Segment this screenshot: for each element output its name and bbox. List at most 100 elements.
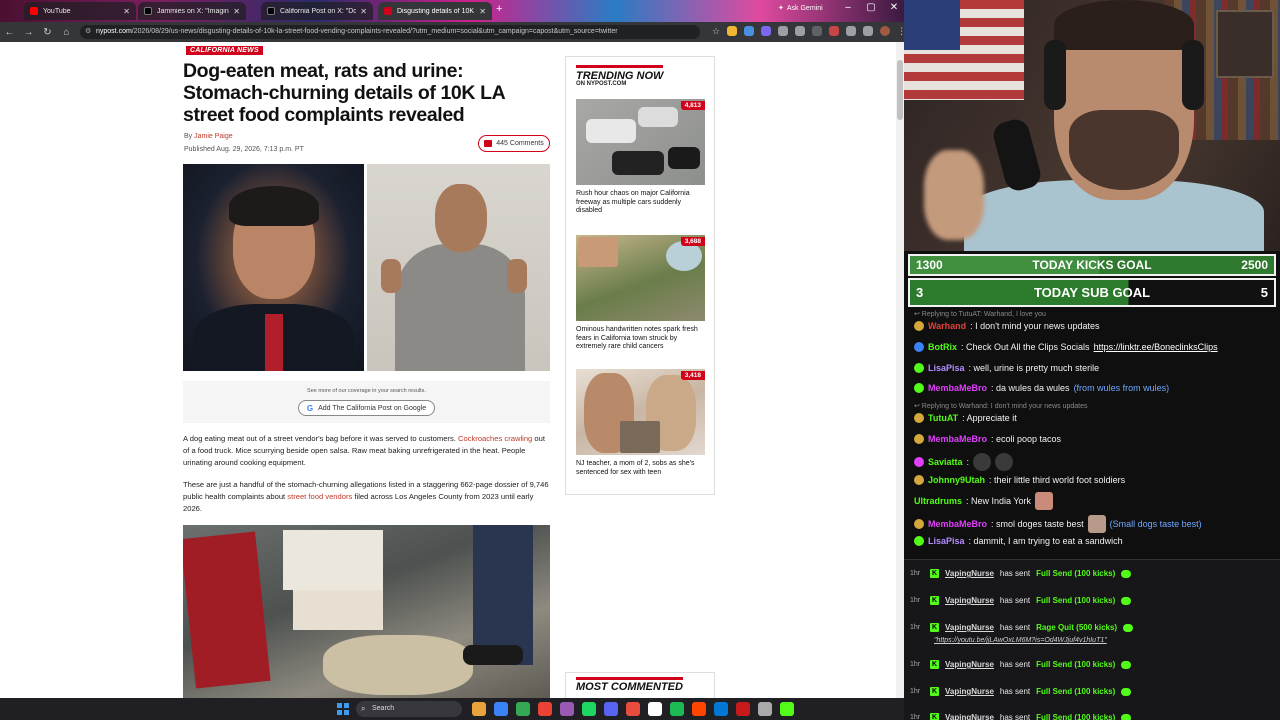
chat-username[interactable]: MembaMeBro <box>928 433 987 445</box>
chat-username[interactable]: Warhand <box>928 320 966 332</box>
extension-icon[interactable] <box>761 26 772 36</box>
chat-username[interactable]: Saviatta <box>928 456 963 468</box>
close-icon[interactable]: ✕ <box>479 7 486 16</box>
taskbar-app-icon[interactable] <box>626 702 640 716</box>
tab-jammies[interactable]: Jammies on X: "Imagine fol ✕ <box>138 2 246 20</box>
forward-icon[interactable]: → <box>19 27 38 38</box>
kicks-goal-bar: 1300 TODAY KICKS GOAL 2500 <box>908 254 1276 276</box>
ask-gemini-button[interactable]: ✦ Ask Gemini <box>778 4 823 13</box>
profile-avatar[interactable] <box>880 26 891 36</box>
kick-logo-icon: K <box>930 687 939 696</box>
alert-verb: has sent <box>999 660 1031 669</box>
scrollbar-thumb[interactable] <box>897 60 903 120</box>
maximize-button[interactable]: ▢ <box>860 2 882 13</box>
taskbar-app-icon[interactable] <box>692 702 706 716</box>
tab-california-post[interactable]: California Post on X: "Dog-eat ✕ <box>261 2 373 20</box>
extension-icon[interactable] <box>727 26 738 36</box>
back-icon[interactable]: ← <box>0 27 19 38</box>
trending-item[interactable]: 4,813 Rush hour chaos on major Californi… <box>576 99 705 216</box>
bookmark-star-icon[interactable]: ☆ <box>712 26 720 36</box>
page-scrollbar[interactable] <box>896 42 904 698</box>
chat-username[interactable]: Ultradrums <box>914 495 962 507</box>
trending-thumbnail[interactable]: 3,688 <box>576 235 705 321</box>
chat-username[interactable]: LisaPisa <box>928 362 965 374</box>
taskbar-app-icon[interactable] <box>472 702 486 716</box>
chat-username[interactable]: Johnny9Utah <box>928 474 985 486</box>
alert-username[interactable]: VapingNurse <box>945 569 994 578</box>
photo-tie <box>265 314 283 371</box>
street-food-vendors-link[interactable]: street food vendors <box>287 492 352 501</box>
extension-icon[interactable] <box>812 26 823 36</box>
close-icon[interactable]: ✕ <box>233 7 240 16</box>
taskbar-app-icon[interactable] <box>582 702 596 716</box>
taskbar-search[interactable]: ⌕ Search <box>356 701 462 717</box>
tab-active-article[interactable]: Disgusting details of 10K LA st ✕ <box>378 2 492 20</box>
tab-youtube[interactable]: YouTube ✕ <box>24 2 136 20</box>
trending-caption[interactable]: Rush hour chaos on major California free… <box>576 190 705 216</box>
chat-username[interactable]: MembaMeBro <box>928 518 987 530</box>
taskbar-app-icon[interactable] <box>516 702 530 716</box>
close-icon[interactable]: ✕ <box>360 7 367 16</box>
most-commented-section: MOST COMMENTED <box>565 672 715 698</box>
trending-thumbnail[interactable]: 3,418 <box>576 369 705 455</box>
taskbar-app-icon[interactable] <box>604 702 618 716</box>
alert-time: 1hr <box>910 714 921 720</box>
chat-message: LisaPisa: dammit, I am trying to eat a s… <box>914 535 1276 547</box>
alert-username[interactable]: VapingNurse <box>945 623 994 632</box>
chat-username[interactable]: MembaMeBro <box>928 382 987 394</box>
close-icon[interactable]: ✕ <box>123 7 130 16</box>
site-info-icon[interactable]: ⚙ <box>85 25 91 39</box>
taskbar-app-icon[interactable] <box>670 702 684 716</box>
chat-username[interactable]: TutuAT <box>928 412 958 424</box>
extension-icon[interactable] <box>744 26 755 36</box>
close-window-button[interactable]: ✕ <box>883 2 904 13</box>
chat-username[interactable]: BotRix <box>928 341 957 353</box>
trending-thumbnail[interactable]: 4,813 <box>576 99 705 185</box>
add-on-google-button[interactable]: G Add The California Post on Google <box>298 400 435 416</box>
kick-coin-icon <box>1121 660 1132 669</box>
article-photo-left <box>183 164 364 371</box>
sidebar-icon[interactable] <box>863 26 874 36</box>
chat-message: MembaMeBro: da wules da wules (from wule… <box>914 382 1276 394</box>
trending-item[interactable]: 3,418 NJ teacher, a mom of 2, sobs as sh… <box>576 369 705 477</box>
reload-icon[interactable]: ↻ <box>38 27 57 38</box>
chat-link[interactable]: https://linktr.ee/BoneclinksClips <box>1094 341 1218 353</box>
trending-item[interactable]: 3,688 Ominous handwritten notes spark fr… <box>576 235 705 352</box>
taskbar-app-icon[interactable] <box>494 702 508 716</box>
alert-username[interactable]: VapingNurse <box>945 687 994 696</box>
alert-time: 1hr <box>910 688 921 695</box>
alert-username[interactable]: VapingNurse <box>945 660 994 669</box>
taskbar-app-icon[interactable] <box>560 702 574 716</box>
menu-icon[interactable]: ⋮ <box>897 26 904 36</box>
user-badge-icon <box>914 342 924 352</box>
youtube-icon <box>30 7 38 15</box>
alert-username[interactable]: VapingNurse <box>945 596 994 605</box>
extension-icon[interactable] <box>829 26 840 36</box>
taskbar-app-icon[interactable] <box>538 702 552 716</box>
taskbar-app-icon[interactable] <box>648 702 662 716</box>
new-tab-button[interactable]: + <box>496 3 502 15</box>
extension-icon[interactable] <box>846 26 857 36</box>
puzzle-icon[interactable] <box>795 26 806 36</box>
minimize-button[interactable]: – <box>837 2 859 13</box>
trending-caption[interactable]: NJ teacher, a mom of 2, sobs as she's se… <box>576 460 705 477</box>
url-input[interactable]: ⚙ nypost.com/2026/08/29/us-news/disgustin… <box>80 25 700 39</box>
cockroaches-link[interactable]: Cockroaches crawling <box>458 434 532 443</box>
taskbar-app-icon[interactable] <box>758 702 772 716</box>
taskbar-app-icon[interactable] <box>714 702 728 716</box>
taskbar-app-icon[interactable] <box>780 702 794 716</box>
category-tag[interactable]: CALIFORNIA NEWS <box>186 46 263 55</box>
taskbar-app-icon[interactable] <box>736 702 750 716</box>
chat-emote <box>973 453 992 471</box>
alert-message[interactable]: "https://youtu.be/jjLAwOxLM6M?is=Od4WJju… <box>934 637 1107 644</box>
comments-button[interactable]: 445 Comments <box>478 135 550 152</box>
author-link[interactable]: Jamie Paige <box>194 133 233 140</box>
home-icon[interactable]: ⌂ <box>57 27 76 38</box>
windows-start-icon[interactable] <box>337 703 349 715</box>
trending-caption[interactable]: Ominous handwritten notes spark fresh fe… <box>576 326 705 352</box>
extension-icon[interactable] <box>778 26 789 36</box>
alert-username[interactable]: VapingNurse <box>945 713 994 720</box>
google-preferred-source-box: See more of our coverage in your search … <box>183 381 550 423</box>
chat-username[interactable]: LisaPisa <box>928 535 965 547</box>
ask-gemini-label: Ask Gemini <box>786 4 823 12</box>
